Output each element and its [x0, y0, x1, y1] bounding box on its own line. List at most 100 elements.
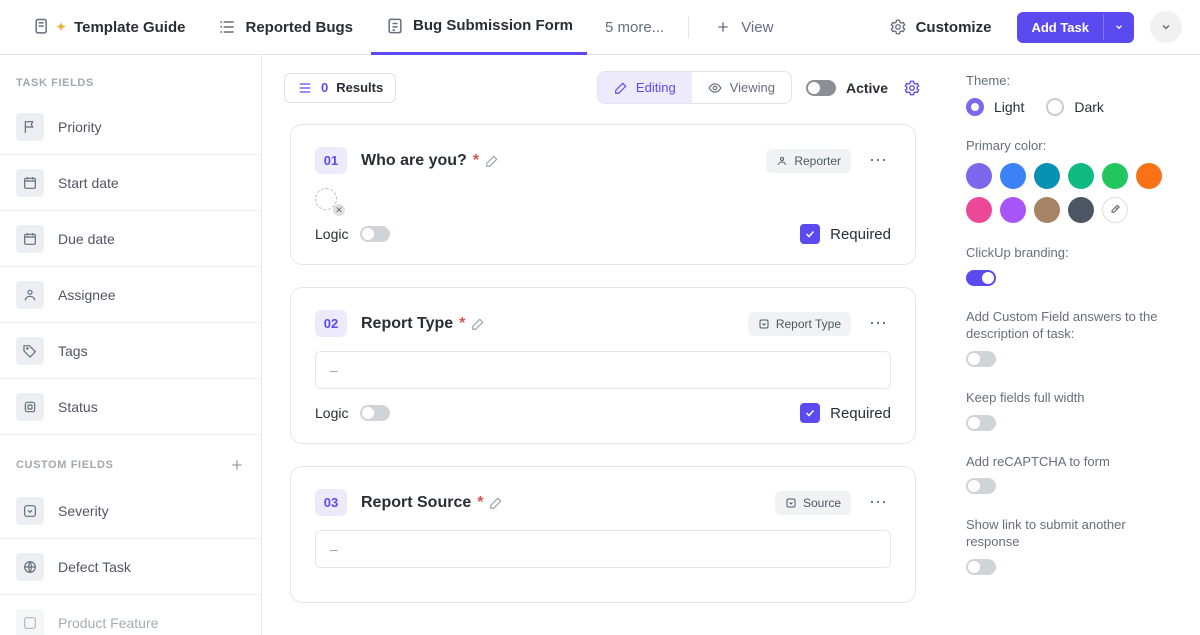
mode-viewing[interactable]: Viewing [692, 72, 791, 103]
tag-icon [16, 337, 44, 365]
active-toggle-group: Active [806, 80, 888, 96]
add-custom-field[interactable] [229, 457, 245, 473]
tab-more[interactable]: 5 more... [591, 0, 678, 55]
tab-label: Template Guide [74, 19, 185, 36]
card-menu[interactable]: ⋯ [865, 313, 891, 334]
full-width-toggle[interactable] [966, 415, 996, 431]
form-builder: 0 Results Editing Viewing Active [262, 55, 944, 635]
mode-label: Viewing [730, 80, 775, 95]
field-severity[interactable]: Severity [0, 483, 261, 539]
mode-label: Editing [636, 80, 676, 95]
field-label: Priority [58, 119, 102, 135]
color-swatch[interactable] [966, 163, 992, 189]
top-tab-bar: ✦ Template Guide Reported Bugs Bug Submi… [0, 0, 1200, 55]
required-checkbox[interactable] [800, 403, 820, 423]
field-type-chip[interactable]: Report Type [748, 312, 851, 336]
color-swatch[interactable] [1068, 197, 1094, 223]
field-label: Severity [58, 503, 109, 519]
card-menu[interactable]: ⋯ [865, 492, 891, 513]
edit-icon[interactable] [485, 154, 499, 168]
tab-reported-bugs[interactable]: Reported Bugs [203, 0, 367, 55]
section-task-fields: TASK FIELDS [0, 55, 261, 99]
recaptcha-label: Add reCAPTCHA to form [966, 454, 1178, 471]
form-icon [385, 16, 405, 36]
tab-label: Reported Bugs [245, 19, 353, 36]
form-question-card[interactable]: 01 Who are you? * Reporter ⋯ ✕ [290, 124, 916, 265]
field-label: Start date [58, 175, 119, 191]
color-swatch[interactable] [1000, 163, 1026, 189]
color-swatch[interactable] [1034, 197, 1060, 223]
dropdown-icon [16, 609, 44, 635]
logic-label: Logic [315, 405, 348, 421]
tab-add-view[interactable]: View [699, 0, 787, 55]
required-checkbox[interactable] [800, 224, 820, 244]
branding-label: ClickUp branding: [966, 245, 1178, 262]
theme-dark-radio[interactable] [1046, 98, 1064, 116]
tab-template-guide[interactable]: ✦ Template Guide [18, 0, 199, 55]
title-text: Report Source [361, 494, 471, 512]
logic-toggle[interactable] [360, 226, 390, 242]
add-task-dropdown[interactable] [1103, 14, 1134, 40]
customize-label: Customize [916, 19, 992, 36]
branding-toggle[interactable] [966, 270, 996, 286]
another-response-label: Show link to submit another response [966, 517, 1178, 551]
field-type-chip[interactable]: Source [775, 491, 851, 515]
edit-icon[interactable] [489, 496, 503, 510]
assignee-placeholder[interactable]: ✕ [315, 188, 341, 214]
tab-label: Bug Submission Form [413, 17, 573, 34]
card-menu[interactable]: ⋯ [865, 150, 891, 171]
color-swatch[interactable] [966, 197, 992, 223]
add-task-button[interactable]: Add Task [1017, 12, 1134, 43]
flag-icon [16, 113, 44, 141]
required-star: * [477, 494, 483, 512]
field-priority[interactable]: Priority [0, 99, 261, 155]
form-settings[interactable] [902, 78, 922, 98]
logic-label: Logic [315, 226, 348, 242]
section-custom-fields: CUSTOM FIELDS [0, 435, 261, 483]
customize-button[interactable]: Customize [878, 17, 1002, 37]
results-chip[interactable]: 0 Results [284, 73, 396, 103]
required-label: Required [830, 226, 891, 243]
form-question-card[interactable]: 02 Report Type * Report Type ⋯ – Logi [290, 287, 916, 444]
color-swatch[interactable] [1034, 163, 1060, 189]
theme-label: Theme: [966, 73, 1178, 88]
theme-light-radio[interactable] [966, 98, 984, 116]
field-tags[interactable]: Tags [0, 323, 261, 379]
results-count: 0 [321, 80, 328, 95]
dropdown-placeholder[interactable]: – [315, 530, 891, 568]
mode-editing[interactable]: Editing [598, 72, 692, 103]
field-product-feature[interactable]: Product Feature [0, 595, 261, 635]
add-task-label[interactable]: Add Task [1017, 12, 1103, 43]
calendar-icon [16, 169, 44, 197]
question-title: Report Source * [361, 494, 503, 512]
color-swatch[interactable] [1136, 163, 1162, 189]
required-label: Required [830, 405, 891, 422]
active-toggle[interactable] [806, 80, 836, 96]
color-swatch[interactable] [1068, 163, 1094, 189]
field-assignee[interactable]: Assignee [0, 267, 261, 323]
doc-icon [32, 17, 52, 37]
logic-toggle[interactable] [360, 405, 390, 421]
field-due-date[interactable]: Due date [0, 211, 261, 267]
recaptcha-toggle[interactable] [966, 478, 996, 494]
mode-toggle: Editing Viewing [597, 71, 792, 104]
active-label: Active [846, 80, 888, 96]
form-question-card[interactable]: 03 Report Source * Source ⋯ – [290, 466, 916, 603]
full-width-label: Keep fields full width [966, 390, 1178, 407]
color-swatch[interactable] [1102, 163, 1128, 189]
dropdown-placeholder[interactable]: – [315, 351, 891, 389]
field-start-date[interactable]: Start date [0, 155, 261, 211]
more-menu[interactable] [1150, 11, 1182, 43]
results-label: Results [336, 80, 383, 95]
field-status[interactable]: Status [0, 379, 261, 435]
edit-icon[interactable] [471, 317, 485, 331]
color-picker-icon[interactable] [1102, 197, 1128, 223]
tab-bug-submission-form[interactable]: Bug Submission Form [371, 0, 587, 55]
primary-color-label: Primary color: [966, 138, 1178, 153]
another-response-toggle[interactable] [966, 559, 996, 575]
field-defect-task[interactable]: Defect Task [0, 539, 261, 595]
field-type-chip[interactable]: Reporter [766, 149, 851, 173]
color-swatch[interactable] [1000, 197, 1026, 223]
question-title: Report Type * [361, 315, 485, 333]
custom-answers-toggle[interactable] [966, 351, 996, 367]
